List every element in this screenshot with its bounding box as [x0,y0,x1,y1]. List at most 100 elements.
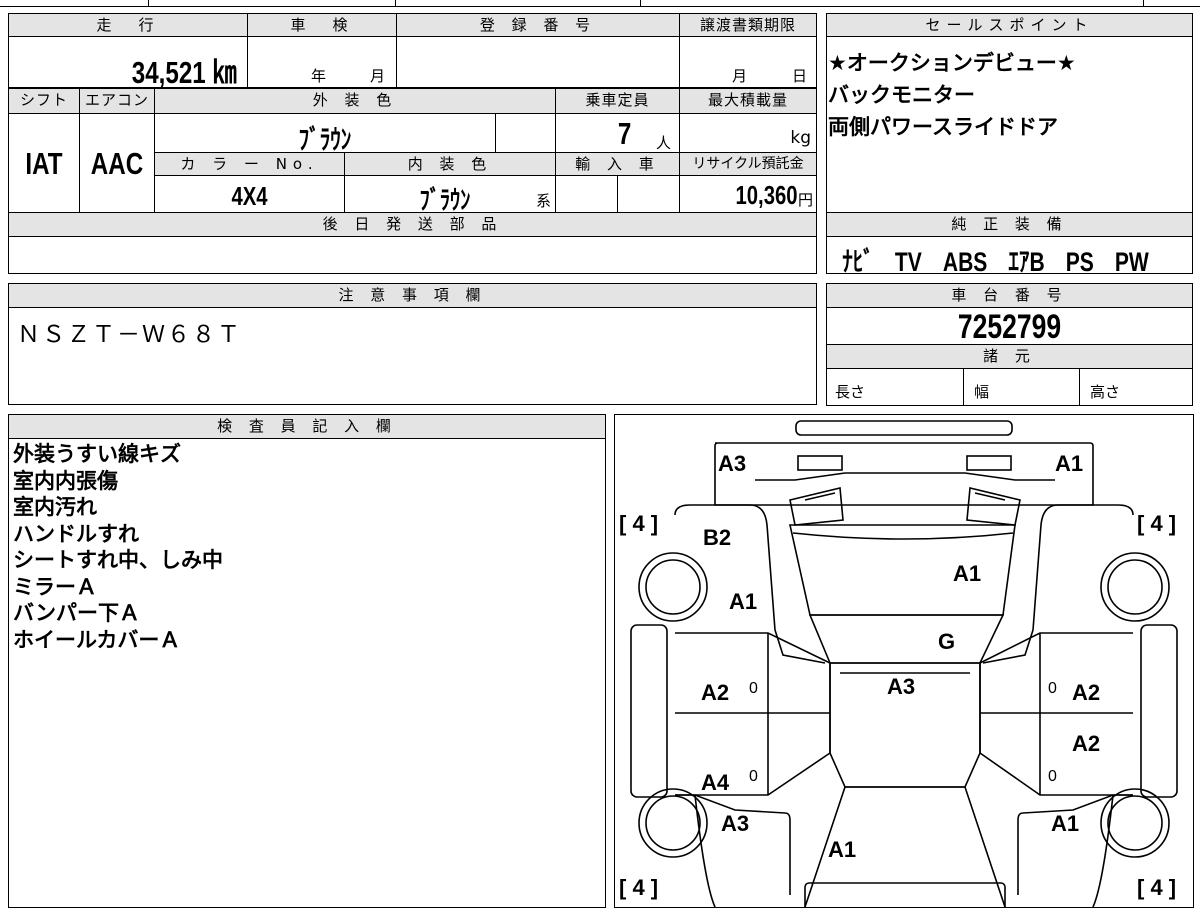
chassis-no-value: 7252799 [957,308,1062,346]
inspection-year: 年 [311,67,327,85]
top-cut-divider [640,0,641,7]
inspector-note: 室内汚れ [13,495,97,519]
damage-rear-door-left: A4 [701,770,730,795]
inspector-note: 室内内張傷 [13,468,118,493]
notes-cell: ＮＳＺＴ－Ｗ６８Ｔ [8,307,817,405]
damage-rear-door-right: A2 [1072,731,1101,756]
tire-rear-right: [ 4 ] [1137,875,1177,900]
specs-header: 諸 元 [826,344,1193,369]
mileage-header: 走 行 [8,13,248,37]
transfer-deadline-cell: 月 日 [679,36,817,88]
spec-width-label: 幅 [974,383,990,401]
damage-fender-left: B2 [703,525,732,550]
transfer-deadline-header: 譲渡書類期限 [679,13,817,37]
genuine-equipment-value: ﾅﾋﾞ TV ABS ｴｱB PS PW [842,247,1149,277]
shift-header: シフト [8,88,80,114]
vehicle-diagram-box: A3 A1 [ 4 ] [ 4 ] B2 A1 A1 G A3 A2 0 0 A… [614,414,1194,908]
notes-header: 注 意 事 項 欄 [8,283,817,308]
interior-color-header: 内 装 色 [344,152,556,176]
later-parts-header: 後 日 発 送 部 品 [8,212,817,237]
inspection-cell: 年 月 [247,36,397,88]
inspector-note: ミラーＡ [13,574,97,599]
max-load-cell: kg [679,113,817,153]
recycle-value: 10,360 [735,180,798,210]
sales-point: バックモニター [828,83,975,107]
recycle-header: リサイクル預託金 [679,152,817,176]
chassis-no-cell: 7252799 [826,307,1193,346]
capacity-cell: 7 人 [555,113,680,153]
tire-rear-left: [ 4 ] [619,875,659,900]
zero-marker: 0 [749,680,758,697]
damage-hood: A1 [953,561,982,586]
exterior-color-cell: ﾌﾞﾗｳﾝ [154,113,496,155]
tire-front-left: [ 4 ] [619,511,659,536]
zero-marker: 0 [749,768,758,785]
damage-rear-quarter-left: A3 [721,811,750,836]
shift-value: IAT [25,146,63,181]
inspector-note: ホイールカバーＡ [13,627,181,652]
damage-windshield: G [938,629,956,654]
damage-front-door-right: A2 [1072,680,1101,705]
spec-length-cell: 長さ [826,368,964,406]
mileage-value: 34,521 ㎞ [131,55,237,90]
capacity-value: 7 [617,116,632,151]
chassis-no-header: 車 台 番 号 [826,283,1193,308]
inspection-header: 車 検 [247,13,397,37]
zero-marker: 0 [1048,680,1057,697]
top-cut-divider [1143,0,1144,7]
inspector-note: ハンドルすれ [13,521,139,546]
damage-front-door-left: A2 [701,680,730,705]
exterior-color-extra-cell [495,113,556,153]
top-cut-strip [0,0,1200,7]
capacity-unit: 人 [656,134,672,152]
max-load-unit: kg [790,128,811,148]
capacity-header: 乗車定員 [555,88,680,114]
color-no-cell: 4X4 [154,175,345,213]
sales-point: 両側パワースライドドア [828,115,1058,139]
import-cell-b [617,175,680,213]
spec-width-cell: 幅 [963,368,1080,406]
registration-cell [396,36,680,88]
deadline-month: 月 [732,67,748,85]
sales-points-header: セールスポイント [826,13,1193,37]
damage-front-right: A1 [1055,451,1084,476]
spec-height-cell: 高さ [1079,368,1193,406]
import-header: 輸 入 車 [555,152,680,176]
inspector-notes-box: 外装うすい線キズ 室内内張傷 室内汚れ ハンドルすれ シートすれ中、しみ中 ミラ… [8,438,606,908]
genuine-equipment-cell: ﾅﾋﾞ TV ABS ｴｱB PS PW [826,236,1193,277]
interior-color-cell: ﾌﾞﾗｳﾝ 系 [344,175,556,215]
registration-header: 登 録 番 号 [396,13,680,37]
inspector-note: 外装うすい線キズ [13,442,181,466]
recycle-unit: 円 [797,191,813,209]
damage-left-mirror: A1 [729,589,758,614]
sales-point: ★オークションデビュー★ [828,51,1076,75]
tire-front-right: [ 4 ] [1137,511,1177,536]
inspection-month: 月 [370,67,386,85]
car-outline [630,420,1178,907]
inspector-header: 検 査 員 記 入 欄 [8,414,606,439]
deadline-day: 日 [792,67,808,85]
exterior-color-header: 外 装 色 [154,88,556,114]
damage-tailgate: A1 [828,837,857,862]
interior-color-suffix: 系 [535,192,551,210]
damage-rear-quarter-right: A1 [1051,811,1080,836]
inspector-note: バンパー下Ａ [13,601,141,625]
inspector-note: シートすれ中、しみ中 [13,548,223,572]
color-no-header: カ ラ ー No. [154,152,345,176]
aircon-header: エアコン [79,88,155,114]
import-cell-a [555,175,618,213]
later-parts-cell [8,236,817,274]
recycle-cell: 10,360 円 [679,175,817,213]
sales-points-box: ★オークションデビュー★ バックモニター 両側パワースライドドア [826,36,1193,213]
damage-front-left: A3 [718,451,747,476]
aircon-value: AAC [90,146,144,181]
mileage-cell: 34,521 ㎞ [8,36,248,90]
color-no-value: 4X4 [231,181,268,211]
notes-value: ＮＳＺＴ－Ｗ６８Ｔ [17,322,242,348]
genuine-equipment-header: 純 正 装 備 [826,212,1193,237]
zero-marker: 0 [1048,768,1057,785]
spec-height-label: 高さ [1090,383,1121,401]
aircon-cell: AAC [79,113,155,213]
max-load-header: 最大積載量 [679,88,817,114]
damage-roof: A3 [887,674,916,699]
